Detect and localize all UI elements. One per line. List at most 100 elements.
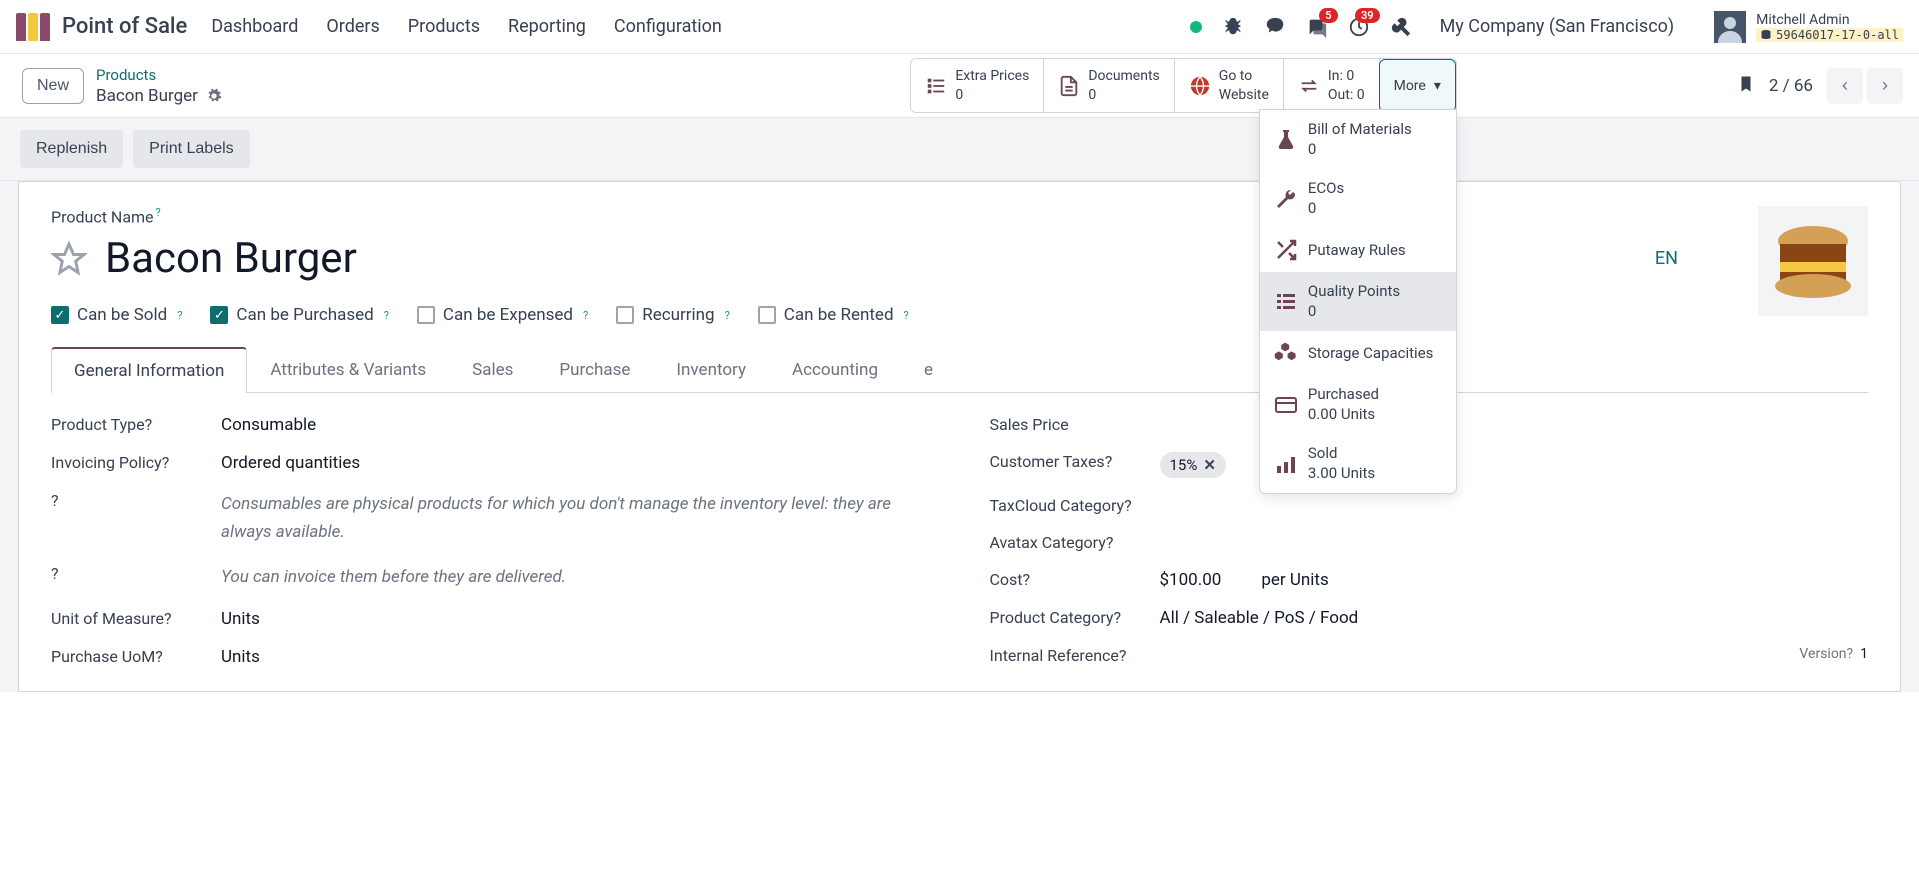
document-icon (1058, 75, 1080, 97)
breadcrumb-current: Bacon Burger (96, 86, 222, 106)
globe-icon (1189, 75, 1211, 97)
dropdown-purchased[interactable]: Purchased0.00 Units (1260, 375, 1456, 434)
cost-value[interactable]: $100.00 per Units (1160, 570, 1869, 590)
tools-icon[interactable] (1390, 16, 1412, 38)
dropdown-quality[interactable]: Quality Points0 (1260, 272, 1456, 331)
uom-value[interactable]: Units (221, 609, 930, 629)
dropdown-bom[interactable]: Bill of Materials0 (1260, 110, 1456, 169)
check-can-be-sold[interactable]: ✓Can be Sold? (51, 305, 182, 325)
checkbox-icon (616, 306, 634, 324)
help-icon[interactable]: ? (156, 206, 161, 219)
form-header: Product Name? Bacon Burger EN ✓Can be So… (51, 206, 1868, 325)
tab-accounting[interactable]: Accounting (769, 347, 901, 392)
check-can-be-rented[interactable]: Can be Rented? (758, 305, 909, 325)
help-icon[interactable]: ? (162, 453, 170, 472)
user-menu[interactable]: Mitchell Admin 59646017-17-0-all (1714, 11, 1903, 43)
avatar-icon (1714, 11, 1746, 43)
user-name: Mitchell Admin (1756, 12, 1903, 28)
tab-sales[interactable]: Sales (449, 347, 536, 392)
phone-icon[interactable] (1264, 16, 1286, 38)
close-icon[interactable]: ✕ (1203, 456, 1216, 474)
nav-dashboard[interactable]: Dashboard (211, 16, 298, 37)
prev-button[interactable]: ‹ (1827, 68, 1863, 104)
product-type-value[interactable]: Consumable (221, 415, 930, 435)
new-button[interactable]: New (22, 68, 84, 104)
nav-reporting[interactable]: Reporting (508, 16, 586, 37)
stat-documents[interactable]: Documents0 (1044, 59, 1174, 111)
list-icon (1274, 290, 1298, 314)
company-selector[interactable]: My Company (San Francisco) (1440, 16, 1675, 37)
help-icon[interactable]: ? (904, 309, 909, 322)
help-icon[interactable]: ? (583, 309, 588, 322)
next-button[interactable]: › (1867, 68, 1903, 104)
help-icon[interactable]: ? (384, 309, 389, 322)
breadcrumb-products[interactable]: Products (96, 66, 222, 84)
help-icon[interactable]: ? (725, 309, 730, 322)
favorite-star-icon[interactable] (51, 241, 87, 277)
user-info: Mitchell Admin 59646017-17-0-all (1756, 12, 1903, 42)
help-icon[interactable]: ? (155, 647, 163, 666)
help-icon[interactable]: ? (145, 415, 153, 434)
topbar: Point of Sale Dashboard Orders Products … (0, 0, 1919, 54)
invoicing-hint: You can invoice them before they are del… (221, 564, 566, 591)
invoicing-policy-value[interactable]: Ordered quantities (221, 453, 930, 473)
gear-icon[interactable] (206, 88, 222, 104)
breadcrumb: Products Bacon Burger (96, 66, 222, 106)
tab-inventory[interactable]: Inventory (653, 347, 769, 392)
caret-down-icon: ▾ (1434, 78, 1441, 94)
replenish-button[interactable]: Replenish (20, 130, 123, 168)
list-icon (925, 75, 947, 97)
system-tray: 5 39 My Company (San Francisco) Mitchell… (1190, 11, 1903, 43)
flask-icon (1274, 128, 1298, 152)
help-icon[interactable]: ? (1124, 496, 1132, 515)
help-icon[interactable]: ? (1105, 452, 1113, 471)
help-icon[interactable]: ? (1106, 533, 1114, 552)
product-image[interactable] (1758, 206, 1868, 316)
dropdown-sold[interactable]: Sold3.00 Units (1260, 434, 1456, 493)
help-icon[interactable]: ? (1113, 608, 1121, 627)
more-dropdown: Bill of Materials0 ECOs0 Putaway Rules Q… (1259, 109, 1457, 494)
tab-attributes[interactable]: Attributes & Variants (247, 347, 449, 392)
activities-icon[interactable]: 39 (1348, 16, 1370, 38)
bug-icon[interactable] (1222, 16, 1244, 38)
nav-configuration[interactable]: Configuration (614, 16, 722, 37)
purchase-uom-value[interactable]: Units (221, 647, 930, 667)
page-count[interactable]: 2 / 66 (1769, 76, 1813, 96)
tab-purchase[interactable]: Purchase (536, 347, 653, 392)
boxes-icon (1274, 341, 1298, 365)
checkbox-checked-icon: ✓ (51, 306, 69, 324)
stat-inout[interactable]: In: 0Out: 0 (1284, 59, 1380, 111)
messages-icon[interactable]: 5 (1306, 16, 1328, 38)
action-toolbar: Replenish Print Labels (0, 118, 1919, 181)
category-value[interactable]: All / Saleable / PoS / Food (1160, 608, 1869, 628)
row-hint1: ? Consumables are physical products for … (51, 491, 930, 545)
check-recurring[interactable]: Recurring? (616, 305, 730, 325)
language-badge[interactable]: EN (1655, 248, 1678, 269)
tab-general[interactable]: General Information (51, 347, 247, 393)
help-icon[interactable]: ? (51, 564, 59, 583)
dropdown-putaway[interactable]: Putaway Rules (1260, 228, 1456, 272)
stat-extra-prices[interactable]: Extra Prices0 (911, 59, 1044, 111)
checkbox-icon (417, 306, 435, 324)
help-icon[interactable]: ? (164, 609, 172, 628)
app-logo[interactable] (16, 13, 52, 41)
app-name[interactable]: Point of Sale (62, 14, 187, 39)
nav-products[interactable]: Products (408, 16, 480, 37)
check-can-be-expensed[interactable]: Can be Expensed? (417, 305, 588, 325)
nav-orders[interactable]: Orders (326, 16, 379, 37)
product-form: Product Name? Bacon Burger EN ✓Can be So… (18, 181, 1901, 692)
dropdown-storage[interactable]: Storage Capacities (1260, 331, 1456, 375)
dropdown-ecos[interactable]: ECOs0 (1260, 169, 1456, 228)
check-can-be-purchased[interactable]: ✓Can be Purchased? (210, 305, 388, 325)
help-icon[interactable]: ? (1847, 646, 1854, 662)
tab-ebay[interactable]: e (901, 347, 956, 392)
print-labels-button[interactable]: Print Labels (133, 130, 250, 168)
help-icon[interactable]: ? (1023, 570, 1031, 589)
stat-more[interactable]: More ▾ Bill of Materials0 ECOs0 Putaway … (1379, 59, 1456, 111)
product-title[interactable]: Bacon Burger (105, 234, 357, 283)
stat-website[interactable]: Go toWebsite (1175, 59, 1284, 111)
help-icon[interactable]: ? (51, 491, 59, 510)
help-icon[interactable]: ? (177, 309, 182, 322)
help-icon[interactable]: ? (1119, 646, 1127, 665)
bookmark-icon[interactable] (1737, 75, 1755, 97)
